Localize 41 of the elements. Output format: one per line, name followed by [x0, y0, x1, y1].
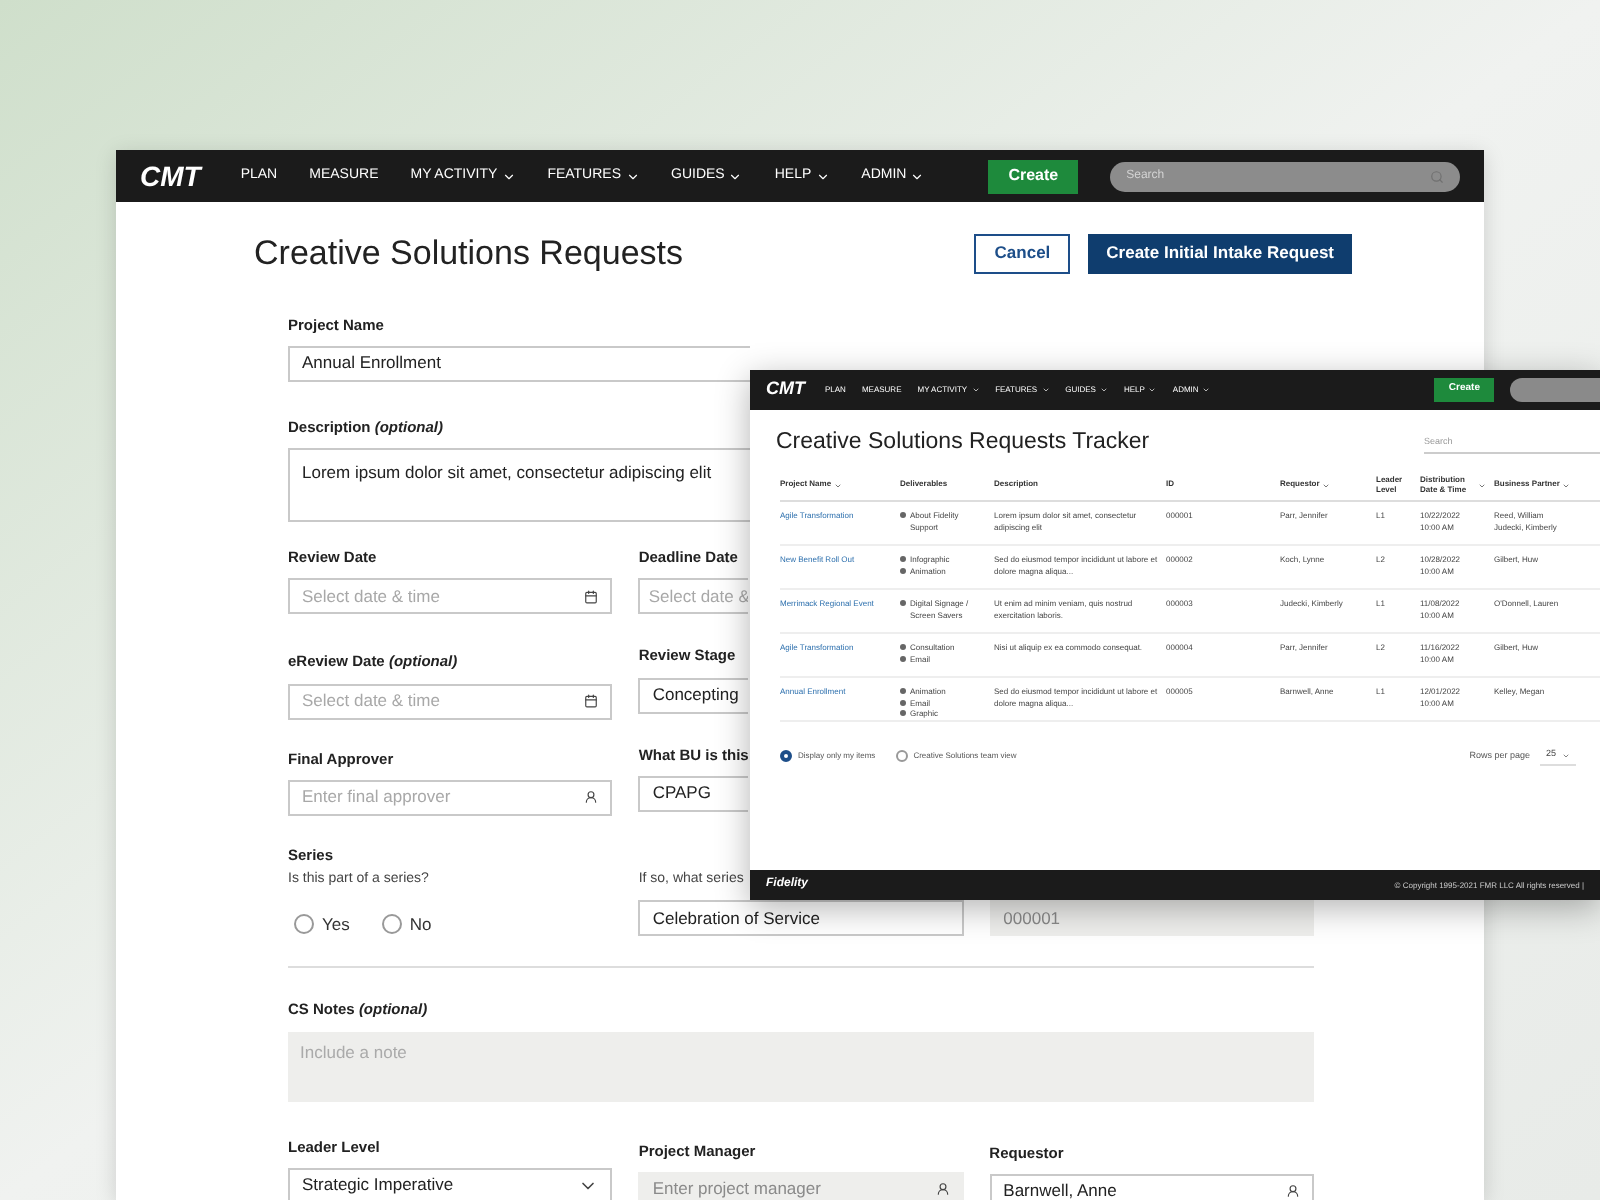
page-title: Creative Solutions Requests — [254, 232, 684, 276]
series-field[interactable]: Celebration of Service — [638, 900, 964, 937]
leader-level-select[interactable]: Strategic Imperative — [288, 1167, 613, 1200]
review-stage-field[interactable]: Concepting — [638, 677, 749, 713]
bullet-icon — [900, 655, 906, 662]
radio-icon — [895, 750, 908, 763]
radio-option[interactable]: Yes — [294, 911, 350, 937]
cancel-button[interactable]: Cancel — [974, 233, 1071, 274]
radio-option[interactable]: No — [381, 911, 432, 937]
search-icon — [1430, 169, 1444, 183]
calendar-icon — [584, 589, 599, 604]
bullet-icon — [900, 699, 906, 706]
calendar-icon — [584, 694, 599, 708]
radio-icon — [381, 913, 402, 934]
bullet-icon — [900, 600, 906, 607]
caret-icon — [501, 169, 516, 183]
search-field[interactable] — [1510, 378, 1600, 402]
bullet-icon — [900, 512, 906, 519]
caret-icon — [815, 169, 830, 183]
radio-icon — [294, 913, 314, 934]
radio-icon — [780, 750, 792, 763]
bullet-icon — [900, 644, 906, 651]
bullet-icon — [900, 567, 906, 574]
requestor-field[interactable]: Barnwell, Anne — [989, 1173, 1314, 1200]
caret-icon — [728, 169, 743, 183]
create-button[interactable]: Create — [988, 159, 1079, 193]
person-icon — [584, 790, 599, 805]
bullet-icon — [900, 710, 906, 717]
bullet-icon — [900, 556, 906, 563]
logo[interactable]: CMT — [140, 155, 201, 197]
caret-icon — [910, 169, 925, 183]
project-name-field[interactable]: Annual Enrollment — [288, 345, 750, 382]
person-icon — [1285, 1184, 1300, 1199]
bullet-icon — [900, 688, 906, 695]
submit-button[interactable]: Create Initial Intake Request — [1088, 233, 1352, 274]
person-icon — [935, 1182, 950, 1197]
description-field[interactable]: Lorem ipsum dolor sit amet, consectetur adipiscing elit — [288, 448, 750, 522]
caret-icon — [625, 169, 640, 183]
logo[interactable]: CMT — [766, 376, 805, 404]
page-title: Creative Solutions Requests Tracker — [776, 428, 1150, 458]
bu-field[interactable]: CPAPG — [638, 775, 749, 812]
